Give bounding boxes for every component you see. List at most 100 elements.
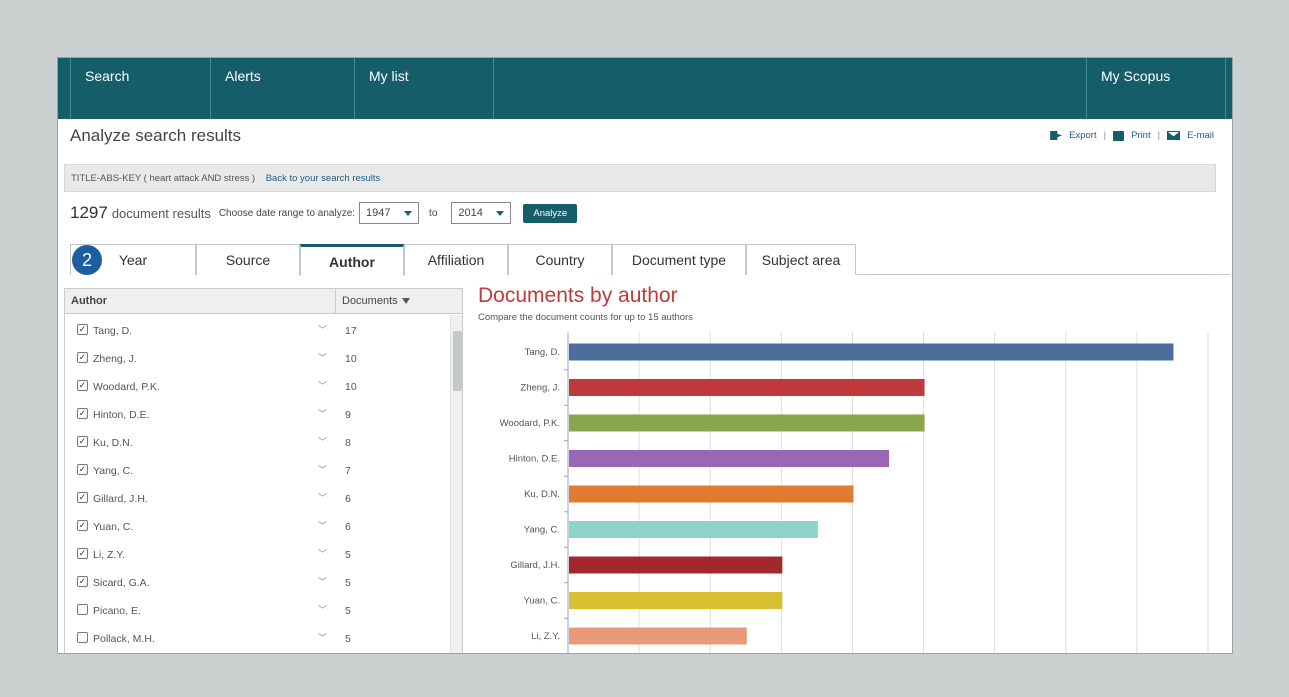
to-year-value: 2014 — [458, 207, 483, 219]
documents-by-author-chart: Tang, D. Zheng, J. Woodard, P.K. Hinton, D.… — [500, 332, 1209, 653]
bar[interactable] — [569, 521, 818, 538]
tab-country[interactable]: Country — [508, 244, 612, 275]
author-name[interactable]: Picano, E. — [93, 605, 141, 617]
document-count: 6 — [345, 493, 351, 505]
tab-document-type[interactable]: Document type — [612, 244, 746, 275]
chevron-down-icon[interactable]: ﹀ — [318, 463, 327, 476]
document-count: 5 — [345, 549, 351, 561]
author-name[interactable]: Yuan, C. — [93, 521, 133, 533]
category-label: Gillard, J.H. — [510, 560, 560, 571]
table-row: ✓ Hinton, D.E. ﹀ 9 — [65, 401, 450, 429]
category-label: Tang, D. — [525, 347, 560, 358]
analyze-button[interactable]: Analyze — [523, 203, 578, 223]
category-label: Yang, C. — [524, 525, 560, 536]
back-to-results-link[interactable]: Back to your search results — [266, 173, 381, 184]
author-name[interactable]: Woodard, P.K. — [93, 381, 160, 393]
column-header-author[interactable]: Author — [71, 295, 107, 307]
author-name[interactable]: Li, Z.Y. — [93, 549, 125, 561]
nav-my-scopus[interactable]: My Scopus — [1086, 58, 1226, 119]
table-scrollbar[interactable] — [450, 315, 462, 653]
print-icon — [1113, 130, 1125, 141]
tab-author[interactable]: Author — [300, 244, 404, 276]
chevron-down-icon — [404, 210, 413, 216]
author-name[interactable]: Zheng, J. — [93, 353, 137, 365]
table-row: ✓ Woodard, P.K. ﹀ 10 — [65, 373, 450, 401]
chevron-down-icon[interactable]: ﹀ — [318, 379, 327, 392]
chevron-down-icon[interactable]: ﹀ — [318, 519, 327, 532]
chevron-down-icon[interactable]: ﹀ — [318, 575, 327, 588]
chevron-down-icon[interactable]: ﹀ — [318, 323, 327, 336]
email-link[interactable]: E-mail — [1187, 130, 1214, 141]
category-label: Hinton, D.E. — [509, 454, 560, 465]
analysis-tabs: Year Source Author Affiliation Country D… — [70, 244, 1230, 276]
document-count: 6 — [345, 521, 351, 533]
author-checkbox[interactable]: ✓ — [77, 324, 88, 335]
author-checkbox[interactable]: ✓ — [77, 576, 88, 587]
query-bar: TITLE-ABS-KEY ( heart attack AND stress … — [64, 164, 1216, 192]
tab-subject-area[interactable]: Subject area — [746, 244, 856, 275]
nav-search[interactable]: Search — [70, 58, 210, 119]
author-table: Author Documents ✓ Tang, D. ﹀ 17 ✓ Zheng… — [64, 288, 463, 653]
category-label: Woodard, P.K. — [500, 418, 560, 429]
from-year-select[interactable]: 1947 — [359, 202, 420, 224]
chevron-down-icon[interactable]: ﹀ — [318, 435, 327, 448]
table-row: ✓ Sicard, G.A. ﹀ 5 — [65, 569, 450, 597]
author-checkbox[interactable]: ✓ — [77, 464, 88, 475]
author-checkbox[interactable]: ✓ — [77, 380, 88, 391]
chevron-down-icon[interactable]: ﹀ — [318, 631, 327, 644]
table-row: Pollack, M.H. ﹀ 5 — [65, 625, 450, 653]
chevron-down-icon[interactable]: ﹀ — [318, 491, 327, 504]
tab-affiliation[interactable]: Affiliation — [404, 244, 508, 275]
author-checkbox[interactable] — [77, 604, 88, 615]
author-checkbox[interactable]: ✓ — [77, 436, 88, 447]
category-label: Yuan, C. — [524, 596, 560, 607]
author-name[interactable]: Sicard, G.A. — [93, 577, 150, 589]
document-count: 10 — [345, 353, 357, 365]
bar[interactable] — [569, 414, 925, 432]
nav-alerts[interactable]: Alerts — [210, 58, 354, 119]
table-row: ✓ Ku, D.N. ﹀ 8 — [65, 429, 450, 457]
chevron-down-icon[interactable]: ﹀ — [318, 547, 327, 560]
author-checkbox[interactable]: ✓ — [77, 352, 88, 363]
author-checkbox[interactable]: ✓ — [77, 520, 88, 531]
author-name[interactable]: Tang, D. — [93, 325, 132, 337]
bar[interactable] — [569, 343, 1174, 361]
to-year-select[interactable]: 2014 — [451, 202, 512, 224]
author-name[interactable]: Ku, D.N. — [93, 437, 133, 449]
author-name[interactable]: Hinton, D.E. — [93, 409, 150, 421]
author-checkbox[interactable]: ✓ — [77, 548, 88, 559]
author-name[interactable]: Pollack, M.H. — [93, 633, 155, 645]
export-link[interactable]: Export — [1069, 130, 1096, 141]
table-row: ✓ Tang, D. ﹀ 17 — [65, 317, 450, 345]
export-icon — [1050, 131, 1063, 140]
document-count: 17 — [345, 325, 357, 337]
bar[interactable] — [569, 379, 925, 396]
chevron-down-icon[interactable]: ﹀ — [318, 407, 327, 420]
bar[interactable] — [569, 592, 783, 609]
table-row: ✓ Yuan, C. ﹀ 6 — [65, 513, 450, 541]
document-count: 5 — [345, 633, 351, 645]
chevron-down-icon[interactable]: ﹀ — [318, 603, 327, 616]
separator: | — [1103, 130, 1107, 141]
author-checkbox[interactable] — [77, 632, 88, 643]
nav-my-list[interactable]: My list — [354, 58, 494, 119]
top-actions: Export | Print | E-mail — [1050, 130, 1214, 141]
analyze-results-panel: Search Alerts My list My Scopus Analyze … — [57, 57, 1233, 654]
top-nav: Search Alerts My list My Scopus — [58, 58, 1232, 119]
bar[interactable] — [569, 450, 889, 467]
print-link[interactable]: Print — [1131, 130, 1151, 141]
scrollbar-thumb[interactable] — [453, 331, 462, 391]
column-header-documents[interactable]: Documents — [335, 289, 462, 314]
author-name[interactable]: Gillard, J.H. — [93, 493, 148, 505]
separator: | — [1157, 130, 1161, 141]
results-row: 1297 document results Choose date range … — [70, 202, 578, 224]
chevron-down-icon[interactable]: ﹀ — [318, 351, 327, 364]
bar[interactable] — [569, 485, 854, 503]
author-checkbox[interactable]: ✓ — [77, 492, 88, 503]
bar[interactable] — [569, 556, 783, 574]
author-checkbox[interactable]: ✓ — [77, 408, 88, 419]
author-name[interactable]: Yang, C. — [93, 465, 133, 477]
document-count: 7 — [345, 465, 351, 477]
tab-source[interactable]: Source — [196, 244, 300, 275]
bar[interactable] — [569, 627, 747, 645]
